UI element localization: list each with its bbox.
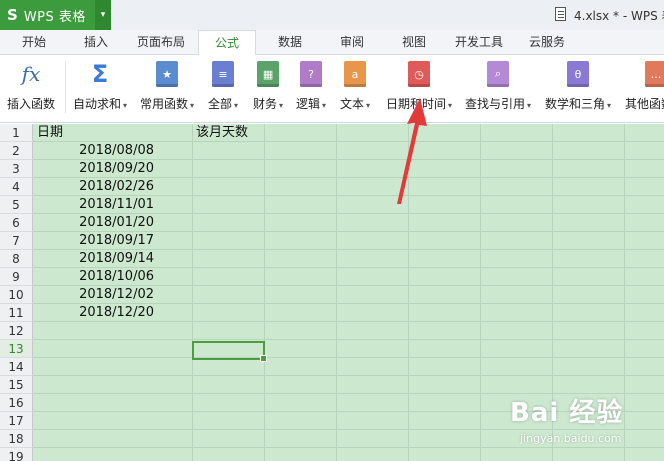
clock-icon: ◷ — [408, 61, 431, 87]
row-header[interactable]: 17 — [0, 412, 33, 430]
list-icon: ≡ — [212, 61, 235, 87]
lookup-reference-label: 查找与引用 ▾ — [465, 97, 532, 111]
header-cell-days-in-month[interactable]: 该月天数 — [196, 124, 248, 142]
row-divider — [33, 357, 664, 358]
title-bar: S WPS 表格 ▾ 4.xlsx * - WPS 表 — [0, 0, 664, 30]
tab-cloud[interactable]: 云服务 — [522, 30, 572, 55]
tab-review[interactable]: 审阅 — [334, 30, 370, 55]
row-header[interactable]: 14 — [0, 358, 33, 376]
row-header[interactable]: 7 — [0, 232, 33, 250]
finance-icon: ▦ — [257, 61, 280, 87]
text-button[interactable]: a 文本 ▾ — [340, 61, 370, 112]
autosum-label: 自动求和 ▾ — [73, 97, 128, 111]
tab-view[interactable]: 视图 — [396, 30, 432, 55]
finance-label: 财务 ▾ — [253, 97, 284, 111]
date-cell[interactable]: 2018/08/08 — [40, 142, 154, 160]
row-header[interactable]: 8 — [0, 250, 33, 268]
common-functions-button[interactable]: ★ 常用函数 ▾ — [140, 61, 194, 112]
row-divider — [33, 339, 664, 340]
document-title: 4.xlsx * - WPS 表 — [574, 9, 664, 23]
active-cell-selection[interactable] — [192, 341, 267, 362]
annotation-arrow-icon — [397, 98, 427, 204]
date-cell[interactable]: 2018/12/20 — [40, 304, 154, 322]
wps-logo-icon: S — [7, 6, 18, 24]
row-header[interactable]: 3 — [0, 160, 33, 178]
app-dropdown-icon[interactable]: ▾ — [95, 0, 111, 30]
fx-icon: fx — [21, 62, 41, 86]
date-cell[interactable]: 2018/01/20 — [40, 214, 154, 232]
tab-data[interactable]: 数据 — [272, 30, 308, 55]
app-menu-button[interactable]: S WPS 表格 ▾ — [0, 0, 111, 30]
baidu-watermark: Bai 经验 jingyan.baidu.com — [500, 388, 660, 448]
tab-home[interactable]: 开始 — [18, 30, 50, 55]
watermark-url: jingyan.baidu.com — [520, 432, 622, 445]
header-cell-date[interactable]: 日期 — [37, 124, 63, 142]
date-cell[interactable]: 2018/11/01 — [40, 196, 154, 214]
math-trig-label: 数学和三角 ▾ — [545, 97, 612, 111]
star-icon: ★ — [156, 61, 179, 87]
tab-insert[interactable]: 插入 — [76, 30, 116, 55]
all-functions-label: 全部 ▾ — [208, 97, 239, 111]
row-header[interactable]: 5 — [0, 196, 33, 214]
formula-ribbon: fx 插入函数 Σ 自动求和 ▾ ★ 常用函数 ▾ ≡ 全部 ▾ ▦ 财务 ▾ ? 逻辑… — [0, 55, 664, 123]
row-header-selected[interactable]: 13 — [0, 340, 33, 358]
date-cell[interactable]: 2018/09/20 — [40, 160, 154, 178]
row-header[interactable]: 11 — [0, 304, 33, 322]
tab-formulas[interactable]: 公式 — [198, 30, 256, 56]
tab-page-layout[interactable]: 页面布局 — [131, 30, 191, 55]
date-cell[interactable]: 2018/09/14 — [40, 250, 154, 268]
row-header[interactable]: 15 — [0, 376, 33, 394]
common-functions-label: 常用函数 ▾ — [140, 97, 195, 111]
row-header[interactable]: 18 — [0, 430, 33, 448]
row-header[interactable]: 10 — [0, 286, 33, 304]
date-cell[interactable]: 2018/09/17 — [40, 232, 154, 250]
more-functions-icon: … — [645, 61, 664, 87]
insert-function-label: 插入函数 — [7, 97, 56, 111]
row-header[interactable]: 16 — [0, 394, 33, 412]
watermark-logo-text: Bai 经验 — [510, 398, 624, 428]
ribbon-tabs: 开始 插入 页面布局 公式 数据 审阅 视图 开发工具 云服务 — [0, 30, 664, 56]
row-divider — [33, 375, 664, 376]
text-icon: a — [344, 61, 367, 87]
date-cell[interactable]: 2018/02/26 — [40, 178, 154, 196]
finance-button[interactable]: ▦ 财务 ▾ — [253, 61, 283, 112]
other-functions-button[interactable]: … 其他函数 — [625, 61, 664, 112]
row-header[interactable]: 6 — [0, 214, 33, 232]
date-cell[interactable]: 2018/12/02 — [40, 286, 154, 304]
lookup-reference-button[interactable]: ⌕ 查找与引用 ▾ — [465, 61, 531, 112]
magnifier-icon: ⌕ — [487, 61, 510, 87]
theta-icon: θ — [567, 61, 590, 87]
autosum-button[interactable]: Σ 自动求和 ▾ — [73, 60, 128, 112]
logic-button[interactable]: ? 逻辑 ▾ — [296, 61, 326, 112]
row-header[interactable]: 4 — [0, 178, 33, 196]
row-header[interactable]: 2 — [0, 142, 33, 160]
app-name: WPS 表格 — [23, 9, 86, 25]
all-functions-button[interactable]: ≡ 全部 ▾ — [208, 61, 238, 112]
question-icon: ? — [300, 61, 323, 87]
math-trig-button[interactable]: θ 数学和三角 ▾ — [545, 61, 611, 112]
row-header[interactable]: 12 — [0, 322, 33, 340]
document-icon — [555, 7, 566, 21]
tab-developer[interactable]: 开发工具 — [448, 30, 510, 55]
ribbon-separator — [65, 61, 66, 113]
row-header[interactable]: 9 — [0, 268, 33, 286]
date-cell[interactable]: 2018/10/06 — [40, 268, 154, 286]
row-header[interactable]: 1 — [0, 124, 33, 142]
insert-function-button[interactable]: fx 插入函数 — [7, 61, 55, 112]
sigma-icon: Σ — [91, 60, 109, 88]
logic-label: 逻辑 ▾ — [296, 97, 327, 111]
text-label: 文本 ▾ — [340, 97, 371, 111]
other-functions-label: 其他函数 — [625, 97, 664, 111]
row-header[interactable]: 19 — [0, 448, 33, 461]
